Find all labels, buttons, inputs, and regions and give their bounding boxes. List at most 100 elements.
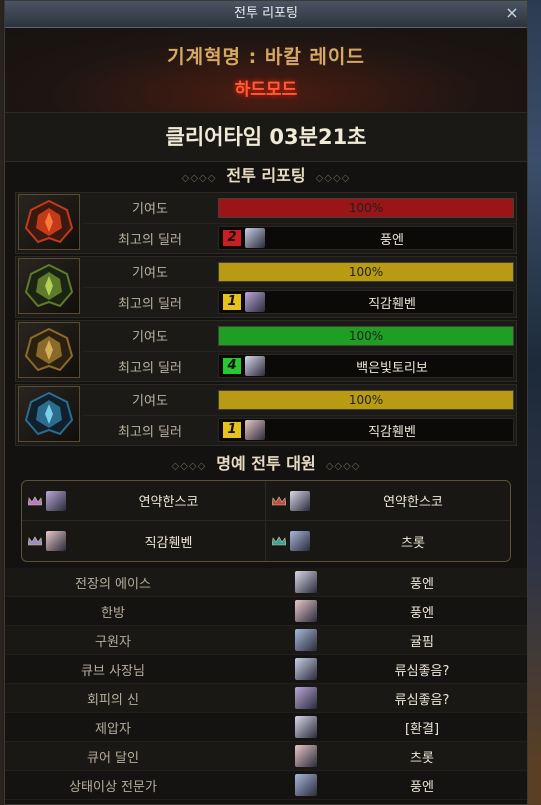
dealer-label: 최고의 딜러 xyxy=(118,232,182,248)
honor-members: 연약한스코 연약한스코직감휀벤 츠롯 xyxy=(21,480,511,562)
dealer-name: 풍엔 xyxy=(380,232,404,248)
honor-member-name: 츠롯 xyxy=(401,535,425,551)
award-row[interactable]: 큐어 달인 츠롯 xyxy=(5,742,527,771)
dealer-label: 최고의 딜러 xyxy=(118,424,182,440)
award-winner-name: 류심좋음? xyxy=(394,692,450,708)
party-stats: 기여도 100% 최고의 딜러 4 백은빛토리보 xyxy=(82,321,516,381)
dungeon-title: 기계혁명 : 바칼 레이드 xyxy=(167,46,365,68)
section-title-report: 전투 리포팅 xyxy=(226,166,306,185)
difficulty-mode: 하드모드 xyxy=(234,80,298,100)
party-row: 기여도 100% 최고의 딜러 2 풍엔 xyxy=(15,192,517,254)
character-avatar-icon xyxy=(46,531,66,551)
character-avatar-icon xyxy=(295,600,317,622)
award-row[interactable]: 상태이상 전문가 풍엔 xyxy=(5,771,527,800)
character-avatar-icon xyxy=(295,571,317,593)
party-stats: 기여도 100% 최고의 딜러 2 풍엔 xyxy=(82,193,516,253)
dealer-info[interactable]: 2 풍엔 xyxy=(218,226,514,251)
party-row: 기여도 100% 최고의 딜러 4 백은빛토리보 xyxy=(15,320,517,382)
dealer-name: 직감휀벤 xyxy=(368,296,416,312)
award-row[interactable]: 전장의 에이스 풍엔 xyxy=(5,568,527,597)
dungeon-header: 기계혁명 : 바칼 레이드 하드모드 xyxy=(5,28,527,112)
contribution-label: 기여도 xyxy=(132,202,168,218)
honor-member-name: 연약한스코 xyxy=(383,495,443,510)
dealer-info[interactable]: 1 직감휀벤 xyxy=(218,290,514,315)
dealer-line: 최고의 딜러 2 풍엔 xyxy=(82,224,516,254)
award-title: 큐브 사장님 xyxy=(81,663,145,679)
rank-badge: 2 xyxy=(223,230,241,247)
dealer-info[interactable]: 1 직감휀벤 xyxy=(218,418,514,443)
gold-emblem-icon xyxy=(18,322,80,378)
award-title: 전장의 에이스 xyxy=(75,576,151,592)
clear-time: 클리어타임 03분21초 xyxy=(5,112,527,162)
award-title: 큐어 달인 xyxy=(87,750,139,766)
dealer-line: 최고의 딜러 1 직감휀벤 xyxy=(82,288,516,318)
contribution-value: 100% xyxy=(348,200,384,215)
dealer-label: 최고의 딜러 xyxy=(118,360,182,376)
award-winner-name: 귤핌 xyxy=(410,634,434,650)
award-winner-name: [환결] xyxy=(404,721,440,737)
section-header-honor: ◇◇◇◇ 명예 전투 대원 ◇◇◇◇ xyxy=(5,450,527,478)
ornament-left-icon: ◇◇◇◇ xyxy=(171,461,207,472)
honor-member-name: 직감휀벤 xyxy=(144,535,193,551)
honor-member-name: 연약한스코 xyxy=(138,495,199,510)
character-avatar-icon xyxy=(290,490,310,511)
honor-member[interactable]: 직감휀벤 xyxy=(22,521,266,561)
award-winner-name: 풍엔 xyxy=(410,779,434,795)
contribution-bar: 100% xyxy=(218,325,514,346)
character-avatar-icon xyxy=(245,228,265,249)
dealer-line: 최고의 딜러 4 백은빛토리보 xyxy=(82,352,516,382)
contribution-label: 기여도 xyxy=(132,266,168,282)
crown-icon xyxy=(28,536,42,546)
award-winner-name: 츠롯 xyxy=(410,750,434,766)
character-avatar-icon xyxy=(245,292,265,313)
contribution-label: 기여도 xyxy=(132,394,168,410)
party-list: 기여도 100% 최고의 딜러 2 풍엔 기여도 100% 최고의 딜러 1 직감휀벤 기여도 100… xyxy=(5,192,527,446)
section-title-honor: 명예 전투 대원 xyxy=(216,454,316,473)
contribution-line: 기여도 100% xyxy=(82,193,516,224)
character-avatar-icon xyxy=(245,356,265,377)
award-winner-name: 풍엔 xyxy=(410,576,434,592)
contribution-bar: 100% xyxy=(218,197,514,218)
character-avatar-icon xyxy=(245,420,265,441)
award-row[interactable]: 제압자 [환결] xyxy=(5,713,527,742)
character-avatar-icon xyxy=(290,531,310,551)
party-row: 기여도 100% 최고의 딜러 1 직감휀벤 xyxy=(15,256,517,318)
award-row[interactable]: 구원자 귤핌 xyxy=(5,626,527,655)
dealer-info[interactable]: 4 백은빛토리보 xyxy=(218,354,514,379)
character-avatar-icon xyxy=(295,774,317,796)
crown-icon xyxy=(272,495,286,505)
award-row[interactable]: 한방 풍엔 xyxy=(5,597,527,626)
crown-icon xyxy=(28,495,42,505)
award-title: 상태이상 전문가 xyxy=(69,779,157,795)
character-avatar-icon xyxy=(46,490,66,511)
award-row[interactable]: 큐브 사장님 류심좋음? xyxy=(5,655,527,684)
honor-member[interactable]: 연약한스코 xyxy=(266,481,510,521)
award-title: 구원자 xyxy=(95,634,131,650)
contribution-label: 기여도 xyxy=(132,330,168,346)
rank-badge: 1 xyxy=(223,294,241,311)
contribution-value: 100% xyxy=(348,392,384,407)
crown-icon xyxy=(272,536,286,546)
title-bar[interactable]: 전투 리포팅 × xyxy=(5,1,527,28)
honor-member[interactable]: 연약한스코 xyxy=(22,481,266,521)
ornament-left-icon: ◇◇◇◇ xyxy=(181,173,217,184)
section-header-report: ◇◇◇◇ 전투 리포팅 ◇◇◇◇ xyxy=(5,162,527,190)
rank-badge: 1 xyxy=(223,422,241,439)
close-button[interactable]: × xyxy=(503,4,521,22)
battle-report-window: 전투 리포팅 × 기계혁명 : 바칼 레이드 하드모드 클리어타임 03분21초… xyxy=(4,0,528,805)
party-stats: 기여도 100% 최고의 딜러 1 직감휀벤 xyxy=(82,257,516,317)
blue-emblem-icon xyxy=(18,386,80,442)
ornament-right-icon: ◇◇◇◇ xyxy=(325,461,361,472)
character-avatar-icon xyxy=(295,687,317,709)
ornament-right-icon: ◇◇◇◇ xyxy=(315,173,351,184)
green-emblem-icon xyxy=(18,258,80,314)
contribution-bar: 100% xyxy=(218,261,514,282)
party-stats: 기여도 100% 최고의 딜러 1 직감휀벤 xyxy=(82,385,516,445)
character-avatar-icon xyxy=(295,745,317,767)
rank-badge: 4 xyxy=(223,358,241,375)
character-avatar-icon xyxy=(295,716,317,738)
honor-member[interactable]: 츠롯 xyxy=(266,521,510,561)
window-title: 전투 리포팅 xyxy=(234,6,298,21)
dealer-label: 최고의 딜러 xyxy=(118,296,182,312)
award-row[interactable]: 회피의 신 류심좋음? xyxy=(5,684,527,713)
